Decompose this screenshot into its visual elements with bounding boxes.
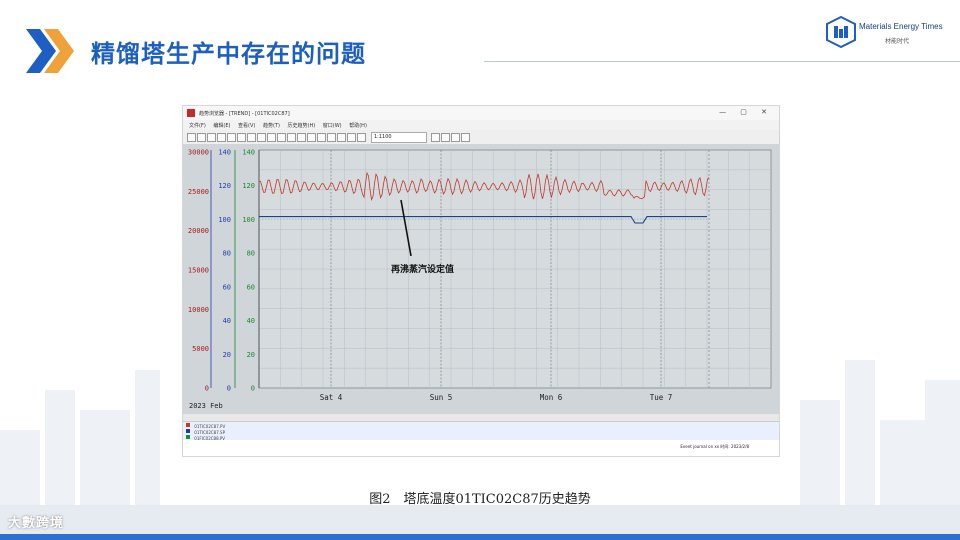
- flow-axis-tick: 30000: [188, 149, 209, 157]
- toolbar-button[interactable]: [451, 133, 460, 142]
- day-label: Tue 7: [650, 393, 673, 402]
- legend-swatch: [186, 435, 190, 439]
- legend-header: [183, 414, 779, 422]
- toolbar-button[interactable]: [337, 133, 346, 142]
- blue-axis-tick: 60: [223, 283, 231, 291]
- legend-row[interactable]: 01FIC02C88.PV: [183, 434, 779, 441]
- menu-item[interactable]: 帮助(H): [349, 122, 367, 129]
- toolbar-button[interactable]: [237, 133, 246, 142]
- window-title: 趋势浏览器 - [TREND] - [01TIC02C87]: [199, 111, 290, 117]
- toolbar-button[interactable]: [247, 133, 256, 142]
- day-label: Sun 5: [430, 393, 453, 402]
- flow-axis-tick: 25000: [188, 188, 209, 196]
- menu-bar: 文件(F) 编辑(E) 查看(V) 趋势(T) 历史趋势(H) 窗口(W) 帮助…: [183, 120, 779, 130]
- header-chevron-icon: [26, 29, 74, 73]
- green-axis-tick: 0: [251, 385, 255, 393]
- figure-caption: 图2 塔底温度01TIC02C87历史趋势: [369, 492, 591, 507]
- blue-axis-tick: 40: [223, 317, 231, 325]
- brand-subtitle: 材能时代: [885, 38, 910, 45]
- year-month-label: 2023 Feb: [189, 402, 223, 410]
- legend-tag: 01FIC02C88.PV: [194, 436, 226, 441]
- flow-axis-tick: 10000: [188, 306, 209, 314]
- toolbar-button[interactable]: [461, 133, 470, 142]
- trend-screenshot: 趋势浏览器 - [TREND] - [01TIC02C87] — ▢ ✕ 文件(…: [182, 105, 780, 457]
- menu-item[interactable]: 历史趋势(H): [288, 122, 316, 129]
- blue-axis-tick: 20: [223, 351, 231, 359]
- menu-item[interactable]: 编辑(E): [213, 122, 230, 129]
- blue-axis-tick: 140: [218, 149, 231, 157]
- toolbar: 1:1100: [183, 130, 779, 145]
- blue-axis-tick: 120: [218, 182, 231, 190]
- day-label: Sat 4: [320, 393, 343, 402]
- green-axis-tick: 80: [247, 250, 255, 258]
- app-icon: [187, 109, 195, 117]
- flow-axis-tick: 20000: [188, 227, 209, 235]
- day-label: Mon 6: [540, 393, 563, 402]
- brand-name: Materials Energy Times: [859, 22, 943, 31]
- toolbar-button[interactable]: [317, 133, 326, 142]
- header-divider: [484, 61, 960, 62]
- zoom-combo[interactable]: 1:1100: [371, 132, 427, 143]
- footer-band: [0, 534, 960, 540]
- legend-swatch: [186, 429, 190, 433]
- green-axis-tick: 40: [247, 317, 255, 325]
- menu-item[interactable]: 查看(V): [238, 122, 255, 129]
- menu-item[interactable]: 窗口(W): [323, 122, 342, 129]
- blue-axis-tick: 80: [223, 250, 231, 258]
- annotation-label: 再沸蒸汽设定值: [391, 263, 454, 275]
- legend-swatch: [186, 423, 190, 427]
- green-axis-tick: 140: [242, 149, 255, 157]
- trend-chart[interactable]: 30000 25000 20000 15000 10000 5000 0 140 120 100 8…: [183, 144, 779, 414]
- toolbar-button[interactable]: [207, 133, 216, 142]
- toolbar-button[interactable]: [327, 133, 336, 142]
- toolbar-button[interactable]: [267, 133, 276, 142]
- toolbar-button[interactable]: [307, 133, 316, 142]
- green-axis-tick: 60: [247, 283, 255, 291]
- window-titlebar: 趋势浏览器 - [TREND] - [01TIC02C87] — ▢ ✕: [183, 106, 779, 120]
- menu-item[interactable]: 文件(F): [189, 122, 206, 129]
- toolbar-button[interactable]: [217, 133, 226, 142]
- blue-axis-tick: 0: [227, 385, 231, 393]
- green-axis-tick: 100: [242, 216, 255, 224]
- watermark: 大數跨境: [8, 516, 65, 531]
- toolbar-button[interactable]: [297, 133, 306, 142]
- brand-logo-icon: [826, 16, 856, 48]
- toolbar-button[interactable]: [187, 133, 196, 142]
- toolbar-button[interactable]: [277, 133, 286, 142]
- page-title: 精馏塔生产中存在的问题: [91, 40, 366, 68]
- blue-axis-tick: 100: [218, 216, 231, 224]
- green-axis-tick: 120: [242, 182, 255, 190]
- toolbar-button[interactable]: [287, 133, 296, 142]
- toolbar-button[interactable]: [441, 133, 450, 142]
- green-axis-tick: 20: [247, 351, 255, 359]
- toolbar-button[interactable]: [347, 133, 356, 142]
- flow-axis-tick: 15000: [188, 267, 209, 275]
- window-controls[interactable]: — ▢ ✕: [719, 108, 773, 116]
- toolbar-button[interactable]: [197, 133, 206, 142]
- flow-axis-tick: 0: [205, 385, 209, 393]
- flow-axis-tick: 5000: [192, 345, 209, 353]
- toolbar-button[interactable]: [431, 133, 440, 142]
- toolbar-button[interactable]: [357, 133, 366, 142]
- toolbar-button[interactable]: [227, 133, 236, 142]
- toolbar-button[interactable]: [257, 133, 266, 142]
- legend-table: 01TIC02C87.PV 01TIC02C87.SP 01FIC02C88.P…: [183, 414, 779, 456]
- status-text: Event journal on xx 时间: 2023/2/8: [680, 444, 749, 449]
- menu-item[interactable]: 趋势(T): [263, 122, 280, 129]
